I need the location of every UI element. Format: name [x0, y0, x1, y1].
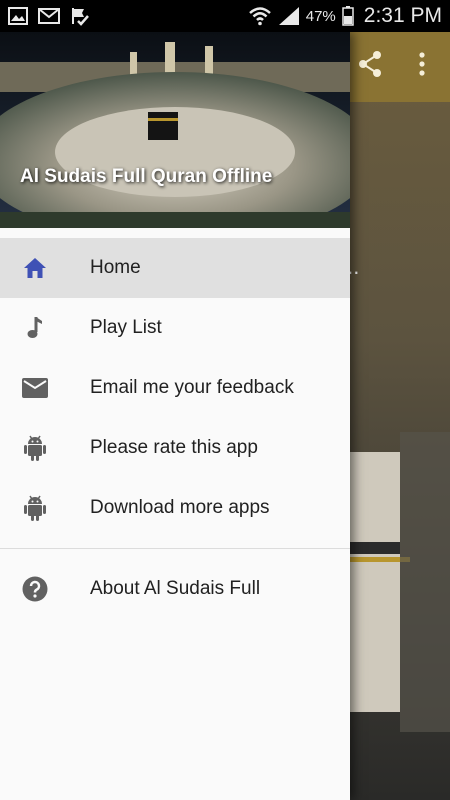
menu-item-home[interactable]: Home: [0, 238, 350, 298]
drawer-menu: Home Play List Email me your feedback Pl…: [0, 238, 350, 619]
menu-divider: [0, 548, 350, 549]
menu-item-play-list[interactable]: Play List: [0, 298, 350, 358]
menu-item-label: Home: [90, 257, 141, 278]
menu-item-download-apps[interactable]: Download more apps: [0, 478, 350, 538]
menu-item-label: About Al Sudais Full: [90, 578, 261, 599]
android-icon: [22, 495, 48, 521]
notification-icons: [8, 6, 90, 26]
check-flag-icon: [72, 8, 89, 26]
android-icon: [22, 435, 48, 461]
battery-percent: 47%: [305, 7, 336, 25]
system-status: 47% 2:31 PM: [248, 4, 442, 28]
help-icon: [22, 576, 48, 602]
app-title: Al Sudais Full Quran Offline: [20, 166, 273, 187]
drawer-header: Al Sudais Full Quran Offline: [0, 32, 350, 228]
signal-icon: [278, 7, 299, 25]
gallery-icon: [8, 7, 28, 25]
email-icon: [22, 375, 48, 401]
battery-icon: [342, 6, 354, 26]
menu-item-about[interactable]: About Al Sudais Full: [0, 559, 350, 619]
share-icon[interactable]: [357, 50, 383, 78]
menu-item-label: Play List: [90, 317, 162, 338]
navigation-drawer: Al Sudais Full Quran Offline Home Play L…: [0, 32, 350, 800]
music-note-icon: [22, 315, 48, 341]
status-bar: 47% 2:31 PM: [0, 0, 450, 32]
menu-item-label: Please rate this app: [90, 437, 258, 458]
menu-item-email-feedback[interactable]: Email me your feedback: [0, 358, 350, 418]
menu-item-rate-app[interactable]: Please rate this app: [0, 418, 350, 478]
more-options-icon[interactable]: [418, 50, 426, 78]
home-icon: [22, 255, 48, 281]
clock: 2:31 PM: [363, 4, 442, 27]
gmail-icon: [38, 8, 60, 24]
wifi-icon: [248, 7, 271, 26]
menu-item-label: Email me your feedback: [90, 377, 294, 398]
kaaba-background-image: [350, 432, 450, 732]
mecca-header-image: [0, 32, 350, 228]
menu-item-label: Download more apps: [90, 497, 270, 518]
